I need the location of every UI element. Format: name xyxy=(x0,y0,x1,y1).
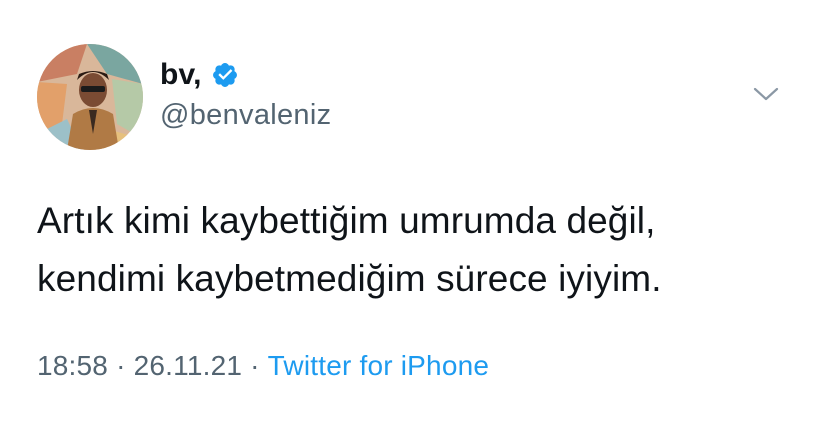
meta-separator: · xyxy=(250,350,260,381)
tweet-source-link[interactable]: Twitter for iPhone xyxy=(268,350,489,381)
verified-badge-icon xyxy=(211,61,239,89)
tweet-time[interactable]: 18:58 xyxy=(37,350,108,381)
tweet-date[interactable]: 26.11.21 xyxy=(134,350,243,381)
display-name[interactable]: bv, xyxy=(160,58,202,92)
meta-separator: · xyxy=(116,350,126,381)
tweet-text-line: Artık kimi kaybettiğim umrumda değil, xyxy=(37,200,656,241)
tweet-header: bv, @benvaleniz xyxy=(160,55,331,132)
tweet-meta: 18:58 · 26.11.21 · Twitter for iPhone xyxy=(37,350,489,382)
tweet-text: Artık kimi kaybettiğim umrumda değil, ke… xyxy=(37,192,797,308)
avatar-image xyxy=(37,44,143,150)
avatar[interactable] xyxy=(37,44,143,150)
tweet-text-line: kendimi kaybetmediğim sürece iyiyim. xyxy=(37,258,662,299)
tweet-card: bv, @benvaleniz Artık kimi kaybettiğim u… xyxy=(0,0,813,428)
chevron-down-icon[interactable] xyxy=(751,84,781,104)
name-row: bv, xyxy=(160,55,331,95)
user-handle[interactable]: @benvaleniz xyxy=(160,99,331,132)
